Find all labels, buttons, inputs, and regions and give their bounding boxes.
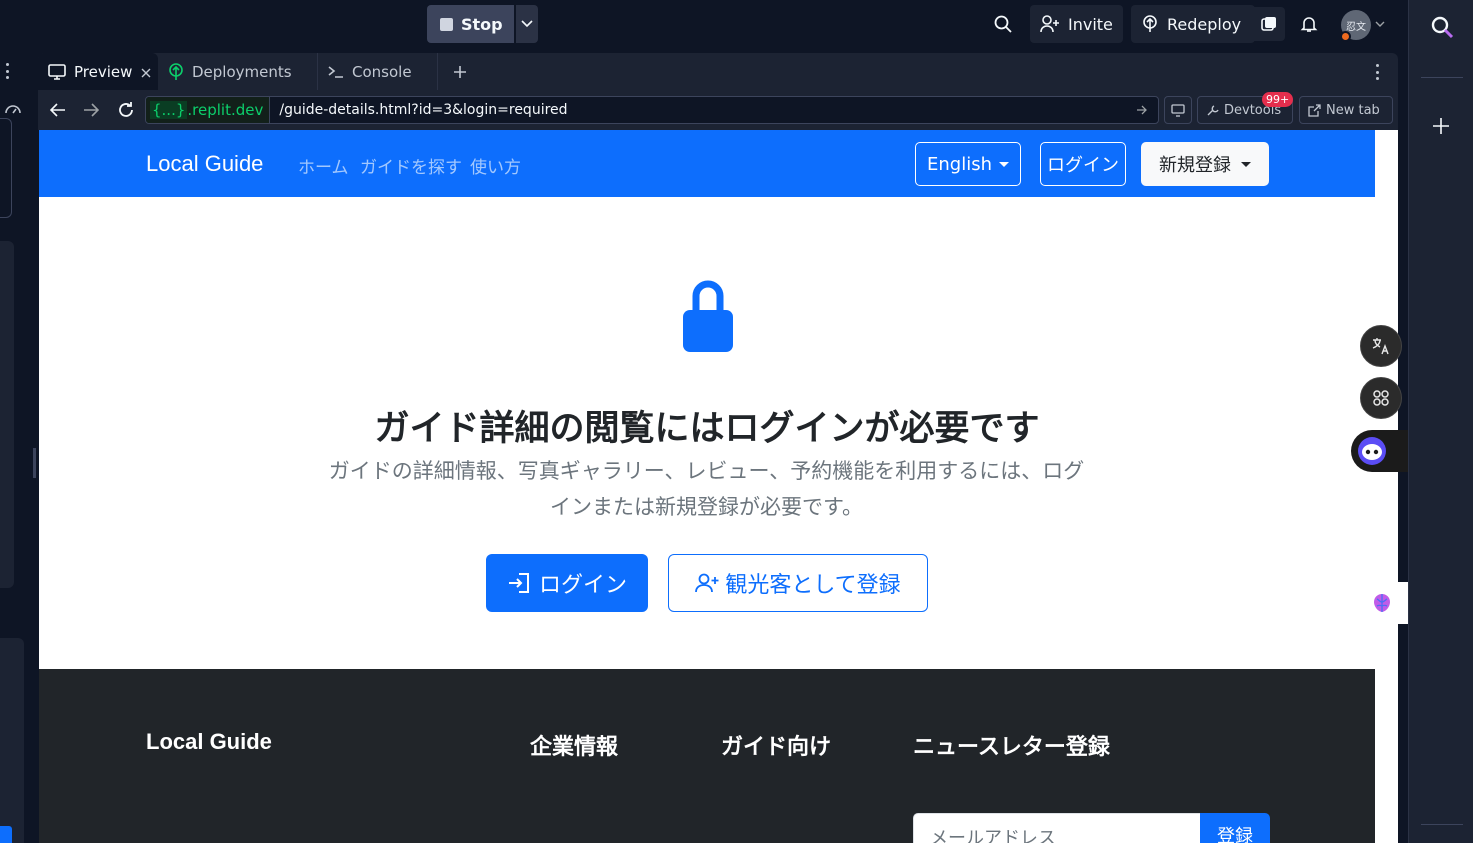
url-field[interactable]: {...} .replit.dev /guide-details.html?id=… [145,96,1159,124]
stop-label: Stop [461,14,503,34]
sign-in-icon [508,573,529,593]
stop-button[interactable]: Stop [427,5,514,43]
page-title: ガイド詳細の閲覧にはログインが必要です [374,409,1040,449]
tab-label: Console [352,62,412,81]
footer-brand: Local Guide [146,729,272,754]
rail-divider [1421,77,1463,78]
ide-topbar: Stop Invite Redeploy 忍文 [0,0,1408,48]
footer-heading-company: 企業情報 [530,735,619,760]
deploy-panel-icon[interactable] [1253,7,1285,41]
status-dot [1340,31,1351,42]
tab-preview[interactable]: Preview [38,53,158,90]
login-button[interactable]: ログイン [486,554,648,612]
caret-down-icon [1241,161,1251,167]
new-tab-button[interactable]: New tab [1299,96,1393,124]
pane-tab-bar: Preview Deployments Console [38,53,1398,90]
invite-label: Invite [1068,14,1113,34]
device-preview-icon[interactable] [1164,96,1192,124]
stop-icon [440,17,453,31]
panel-card-edge [0,241,14,588]
right-sidebar [1408,0,1473,843]
reload-icon[interactable] [114,98,138,122]
forward-arrow-icon[interactable] [79,98,103,122]
url-path: /guide-details.html?id=3&login=required [279,102,568,118]
preview-url-bar: {...} .replit.dev /guide-details.html?id=… [38,90,1398,130]
account-chevron-down-icon[interactable] [1372,8,1388,40]
gauge-icon[interactable] [4,100,22,119]
nav-login-button[interactable]: ログイン [1040,142,1126,186]
caret-down-icon [999,161,1009,167]
more-options-icon[interactable] [6,63,10,79]
search-icon[interactable] [1429,14,1455,44]
terminal-icon [328,65,343,78]
wrench-icon [1207,104,1219,115]
deploy-icon [169,62,183,80]
redeploy-label: Redeploy [1167,14,1242,34]
nav-login-label: ログイン [1047,155,1119,176]
language-dropdown[interactable]: English [915,142,1021,186]
nav-link-home[interactable]: ホーム [298,153,349,178]
pane-menu-icon[interactable] [1376,64,1380,80]
run-control: Stop [427,5,538,43]
search-icon[interactable] [987,8,1019,40]
footer-heading-newsletter: ニュースレター登録 [913,735,1110,760]
newsletter-email-input[interactable]: メールアドレス [913,813,1201,843]
site-footer: Local Guide 企業情報 ガイド向け ニュースレター登録 メールアドレス… [39,669,1375,843]
site-brand[interactable]: Local Guide [146,151,263,177]
tab-console[interactable]: Console [318,53,438,90]
add-user-icon [695,573,719,593]
footer-heading-guides: ガイド向け [721,735,832,760]
left-panel-edge [0,48,36,843]
brain-extension-icon[interactable] [1362,582,1408,624]
language-label: English [927,153,992,175]
resize-handle[interactable] [33,448,36,478]
register-button-label: 観光客として登録 [725,573,901,598]
new-tab-label: New tab [1326,102,1380,118]
avatar-text: 忍文 [1346,21,1366,33]
login-button-label: ログイン [538,573,627,598]
panel-card-edge [0,118,12,218]
run-options-chevron-down-icon[interactable] [515,5,538,43]
url-domain-suffix: .replit.dev [187,101,264,119]
avatar[interactable]: 忍文 [1340,10,1371,42]
tab-label: Deployments [192,62,292,81]
signup-dropdown[interactable]: 新規登録 [1141,142,1269,186]
deploy-icon [1143,15,1157,32]
close-icon[interactable] [141,63,151,82]
tab-label: Preview [74,62,133,81]
url-domain-prefix: {...} [150,101,188,119]
external-link-icon [1308,103,1321,117]
register-tourist-button[interactable]: 観光客として登録 [668,554,928,612]
panel-card-edge [0,638,24,843]
nav-link-find-guides[interactable]: ガイドを探す [360,153,462,178]
new-tab-plus-icon[interactable] [453,64,467,83]
tab-deployments[interactable]: Deployments [158,53,318,90]
nav-link-how-to-use[interactable]: 使い方 [470,153,521,178]
newsletter-submit-button[interactable]: 登録 [1200,813,1270,843]
back-arrow-icon[interactable] [46,98,70,122]
lock-icon [681,274,735,354]
rail-divider [1421,824,1463,825]
devtools-badge: 99+ [1262,92,1294,107]
go-arrow-icon[interactable] [1132,105,1152,115]
devtools-button[interactable]: Devtools 99+ [1197,92,1294,124]
panel-button-edge[interactable] [0,826,12,843]
plus-icon[interactable] [1431,116,1451,140]
assistant-bot-icon[interactable] [1351,430,1408,472]
monitor-icon [48,63,66,80]
translate-icon[interactable] [1360,325,1402,367]
site-navbar: Local Guide ホーム ガイドを探す 使い方 English ログイン … [39,130,1375,197]
signup-label: 新規登録 [1159,155,1231,176]
bell-icon[interactable] [1293,8,1325,40]
add-user-icon [1040,15,1059,33]
apps-grid-icon[interactable] [1360,377,1402,419]
redeploy-button[interactable]: Redeploy [1131,5,1255,43]
invite-button[interactable]: Invite [1030,5,1123,43]
preview-page: Local Guide ホーム ガイドを探す 使い方 English ログイン … [39,130,1398,843]
page-description: ガイドの詳細情報、写真ギャラリー、レビュー、予約機能を利用するには、ログインまた… [328,459,1085,519]
url-domain: {...} .replit.dev [146,97,271,123]
